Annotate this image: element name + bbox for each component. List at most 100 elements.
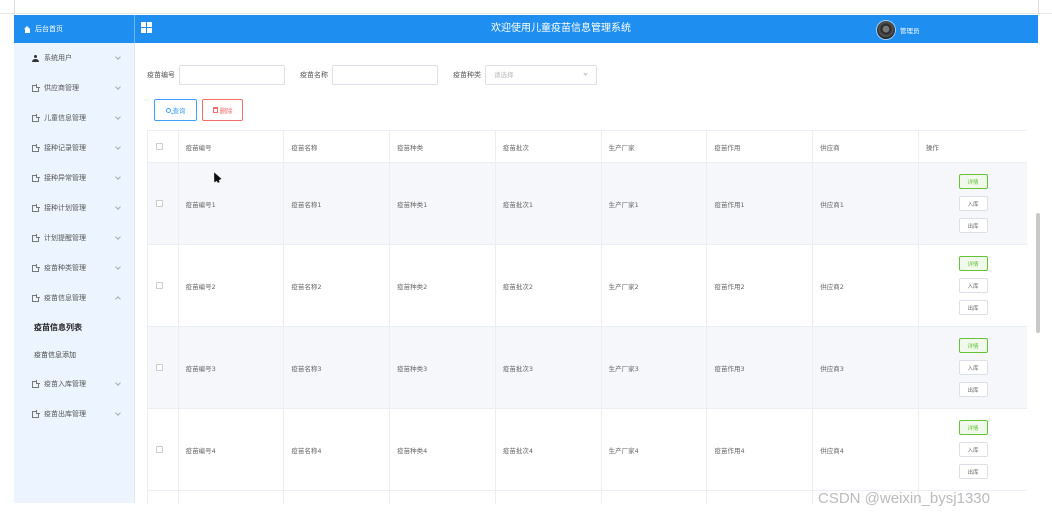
sidebar-item[interactable]: 接种异常管理 bbox=[14, 163, 134, 193]
table-cell: 疫苗种类2 bbox=[390, 245, 496, 326]
table-cell: 疫苗编号3 bbox=[179, 327, 285, 408]
window-top-border bbox=[0, 0, 1052, 14]
table-cell: 疫苗名称3 bbox=[284, 327, 391, 408]
vaccine-code-input[interactable] bbox=[179, 65, 285, 85]
table-row: 疫苗编号1 疫苗名称1 疫苗种类1 疫苗批次1 生产厂家1 疫苗作用1 供应商1 详情 入库 出库 bbox=[148, 163, 1027, 245]
row-checkbox[interactable] bbox=[156, 446, 163, 453]
column-header: 疫苗名称 bbox=[284, 131, 391, 162]
vaccine-type-select[interactable]: 请选择 bbox=[485, 65, 597, 85]
table-cell: 疫苗编号1 bbox=[179, 163, 285, 244]
row-checkbox[interactable] bbox=[156, 282, 163, 289]
table-cell bbox=[602, 491, 708, 504]
scrollbar[interactable] bbox=[1036, 213, 1040, 333]
delete-button-label: 删除 bbox=[219, 108, 233, 115]
document-icon bbox=[32, 143, 40, 152]
detail-button[interactable]: 详情 bbox=[958, 338, 988, 353]
chevron-down-icon bbox=[115, 174, 121, 180]
table-cell: 疫苗批次3 bbox=[496, 327, 602, 408]
stock-in-button[interactable]: 入库 bbox=[958, 278, 988, 293]
sidebar-item[interactable]: 接种计划管理 bbox=[14, 193, 134, 223]
sidebar-item-label: 接种计划管理 bbox=[44, 204, 86, 212]
table-cell: 疫苗作用2 bbox=[707, 245, 814, 326]
sidebar-item-label: 疫苗出库管理 bbox=[44, 410, 86, 418]
sidebar-item[interactable]: 系统用户 bbox=[14, 43, 134, 73]
chevron-down-icon bbox=[583, 71, 588, 76]
column-header: 供应商 bbox=[813, 131, 919, 162]
sidebar-item[interactable]: 接种记录管理 bbox=[14, 133, 134, 163]
table-row: 疫苗编号4 疫苗名称4 疫苗种类4 疫苗批次4 生产厂家4 疫苗作用4 供应商4 详情 入库 出库 bbox=[148, 409, 1027, 491]
stock-in-button[interactable]: 入库 bbox=[958, 442, 988, 457]
search-button[interactable]: 查询 bbox=[154, 99, 197, 121]
vaccine-name-label: 疫苗名称 bbox=[300, 71, 328, 79]
sidebar-subitem[interactable]: 疫苗信息添加 bbox=[14, 341, 134, 369]
sidebar-item[interactable]: 疫苗入库管理 bbox=[14, 369, 134, 399]
row-checkbox[interactable] bbox=[156, 200, 163, 207]
table-cell: 疫苗编号4 bbox=[179, 409, 285, 490]
sidebar-item[interactable]: 疫苗信息管理 bbox=[14, 283, 134, 313]
vaccine-name-input[interactable] bbox=[332, 65, 438, 85]
column-header: 疫苗批次 bbox=[496, 131, 602, 162]
table-cell: 疫苗种类3 bbox=[390, 327, 496, 408]
sidebar-item[interactable]: 儿童信息管理 bbox=[14, 103, 134, 133]
table-cell: 疫苗编号2 bbox=[179, 245, 285, 326]
table-cell bbox=[707, 491, 814, 504]
table-cell: 疫苗作用4 bbox=[707, 409, 814, 490]
document-icon bbox=[32, 293, 40, 302]
table-cell: 疫苗名称1 bbox=[284, 163, 391, 244]
table-cell: 供应商1 bbox=[813, 163, 919, 244]
detail-button[interactable]: 详情 bbox=[958, 256, 988, 271]
sidebar-item[interactable]: 疫苗出库管理 bbox=[14, 399, 134, 429]
chevron-down-icon bbox=[115, 54, 121, 60]
document-icon bbox=[32, 263, 40, 272]
detail-button[interactable]: 详情 bbox=[958, 174, 988, 189]
document-icon bbox=[32, 379, 40, 388]
sidebar-subitem[interactable]: 疫苗信息列表 bbox=[14, 313, 134, 341]
sidebar-item-label: 系统用户 bbox=[44, 54, 72, 62]
stock-out-button[interactable]: 出库 bbox=[958, 464, 988, 479]
row-checkbox[interactable] bbox=[156, 364, 163, 371]
avatar[interactable] bbox=[876, 20, 896, 40]
table-cell bbox=[284, 491, 391, 504]
sidebar-item-label: 接种记录管理 bbox=[44, 144, 86, 152]
sidebar-item-label: 计划提醒管理 bbox=[44, 234, 86, 242]
chevron-down-icon bbox=[115, 234, 121, 240]
delete-button[interactable]: 删除 bbox=[202, 99, 243, 121]
table-cell: 供应商4 bbox=[813, 409, 919, 490]
stock-in-button[interactable]: 入库 bbox=[958, 360, 988, 375]
sidebar-item-label: 接种异常管理 bbox=[44, 174, 86, 182]
search-form: 疫苗编号 疫苗名称 疫苗种类 请选择 bbox=[147, 65, 597, 85]
row-select-cell bbox=[148, 163, 179, 244]
stock-in-button[interactable]: 入库 bbox=[958, 196, 988, 211]
sidebar-item[interactable]: 供应商管理 bbox=[14, 73, 134, 103]
column-header: 疫苗种类 bbox=[390, 131, 496, 162]
detail-button[interactable]: 详情 bbox=[958, 420, 988, 435]
table-cell bbox=[179, 491, 285, 504]
stock-out-button[interactable]: 出库 bbox=[958, 382, 988, 397]
table-cell: 疫苗种类4 bbox=[390, 409, 496, 490]
row-actions: 详情 入库 出库 bbox=[919, 163, 1027, 244]
chevron-down-icon bbox=[115, 144, 121, 150]
user-menu[interactable]: 管理员 bbox=[876, 20, 920, 40]
row-actions: 详情 入库 出库 bbox=[919, 327, 1027, 408]
search-icon bbox=[165, 107, 171, 113]
chevron-down-icon bbox=[115, 114, 121, 120]
sidebar-item-label: 供应商管理 bbox=[44, 84, 79, 92]
vaccine-table: 疫苗编号 疫苗名称 疫苗种类 疫苗批次 生产厂家 疫苗作用 供应商 操作 疫苗编号1 疫苗名称1 疫… bbox=[147, 130, 1027, 504]
table-cell: 疫苗名称2 bbox=[284, 245, 391, 326]
table-row: 疫苗编号3 疫苗名称3 疫苗种类3 疫苗批次3 生产厂家3 疫苗作用3 供应商3 详情 入库 出库 bbox=[148, 327, 1027, 409]
row-select-cell bbox=[148, 245, 179, 326]
table-row: 疫苗编号2 疫苗名称2 疫苗种类2 疫苗批次2 生产厂家2 疫苗作用2 供应商2 详情 入库 出库 bbox=[148, 245, 1027, 327]
stock-out-button[interactable]: 出库 bbox=[958, 218, 988, 233]
sidebar-item-label: 疫苗信息管理 bbox=[44, 294, 86, 302]
chevron-down-icon bbox=[115, 264, 121, 270]
sidebar-item-label: 儿童信息管理 bbox=[44, 114, 86, 122]
column-header: 生产厂家 bbox=[602, 131, 708, 162]
select-all-checkbox[interactable] bbox=[156, 143, 163, 150]
chevron-up-icon bbox=[115, 296, 121, 302]
window-right-edge bbox=[1038, 0, 1039, 14]
sidebar-item[interactable]: 疫苗种类管理 bbox=[14, 253, 134, 283]
sidebar-item[interactable]: 计划提醒管理 bbox=[14, 223, 134, 253]
sidebar: 系统用户 供应商管理 儿童信息管理 接种记录管理 接种异常管理 接种计划管理 计划提醒管理疫… bbox=[14, 43, 135, 503]
table-cell: 疫苗名称4 bbox=[284, 409, 391, 490]
stock-out-button[interactable]: 出库 bbox=[958, 300, 988, 315]
